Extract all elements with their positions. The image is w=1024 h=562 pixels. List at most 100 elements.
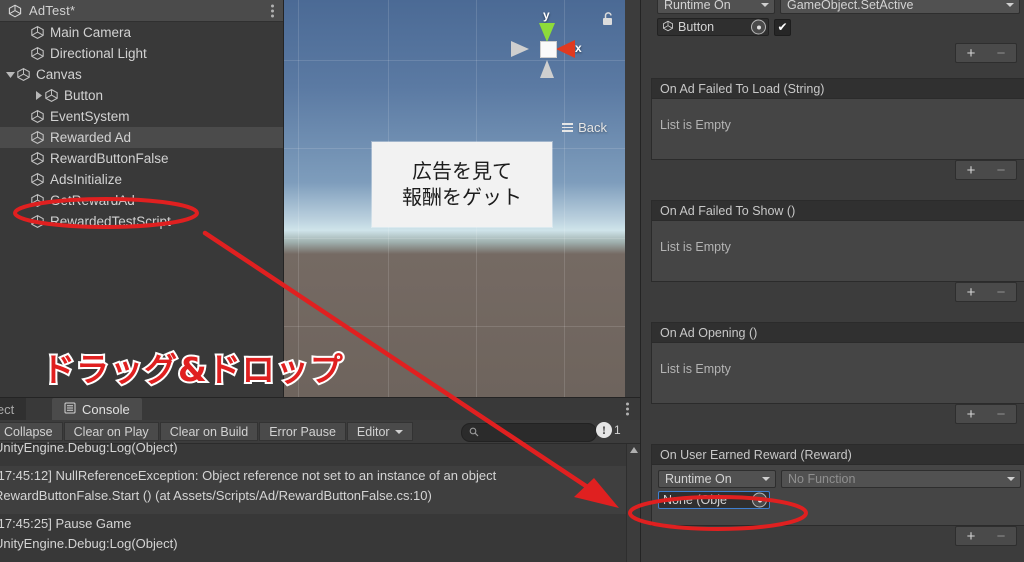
gizmo-center-cube[interactable] [540,41,557,58]
console-message-row[interactable]: [17:45:12] NullReferenceException: Objec… [0,466,640,514]
add-listener-button[interactable]: + [956,405,986,423]
hierarchy-item-label: Canvas [36,66,82,82]
hierarchy-item-eventsystem[interactable]: EventSystem [0,106,283,127]
event-listener-list: List is Empty [651,220,1024,282]
target-object-field[interactable]: Button [657,18,769,36]
remove-listener-button[interactable]: − [986,44,1016,62]
hierarchy-item-label: EventSystem [50,108,130,124]
hierarchy-item-adsinitialize[interactable]: AdsInitialize [0,169,283,190]
gameobject-cube-icon [44,88,59,103]
tab-console[interactable]: Console [52,398,142,420]
gameobject-cube-icon [30,172,45,187]
event-section: On Ad Failed To Load (String) List is Emp… [651,78,1024,182]
target-object-name: Button [678,20,715,34]
gizmo-negative-y-axis-cone[interactable] [540,60,554,78]
runtime-mode-dropdown[interactable]: Runtime On [658,470,776,488]
event-entry-row-dropdowns: Runtime On GameObject.SetActive [651,0,1024,14]
twisty-expanded-icon[interactable] [4,69,16,81]
console-message-row[interactable]: UnityEngine.Debug:Log(Object) [0,438,640,466]
hierarchy-item-canvas[interactable]: Canvas [0,64,283,85]
tab-console-label: Console [82,401,130,417]
hierarchy-item-label: GetRewardAd [50,192,135,208]
runtime-mode-dropdown[interactable]: Runtime On [657,0,775,14]
hierarchy-item-rewardbuttonfalse[interactable]: RewardButtonFalse [0,148,283,169]
chevron-down-icon [1006,3,1014,7]
scroll-up-arrow-icon[interactable] [630,447,638,453]
target-object-field[interactable]: None (Obje [658,491,770,509]
event-section-title: On User Earned Reward (Reward) [651,444,1024,464]
add-remove-buttons: + − [955,526,1017,546]
function-dropdown[interactable]: GameObject.SetActive [780,0,1020,14]
function-value: GameObject.SetActive [787,0,914,12]
scene-view[interactable]: y x Back 広告を見て 報酬をゲット [283,0,625,397]
tab-project-label: ject [0,401,15,417]
scene-ui-button-line2: 報酬をゲット [402,184,522,209]
hierarchy-item-rewarded-ad[interactable]: Rewarded Ad [0,127,283,148]
add-listener-button[interactable]: + [956,44,986,62]
console-error-count: 1 [614,423,621,437]
scene-ui-button[interactable]: 広告を見て 報酬をゲット [372,142,552,227]
remove-listener-button[interactable]: − [986,161,1016,179]
object-picker-icon[interactable] [751,19,766,35]
gameobject-cube-icon [30,193,45,208]
hierarchy-item-label: Button [64,87,104,103]
remove-listener-button[interactable]: − [986,527,1016,545]
gizmo-y-label: y [543,8,550,22]
event-listener-list: Runtime On No Function None (Obje [651,464,1024,526]
console-scrollbar[interactable] [626,444,640,562]
gizmo-negative-x-axis-cone[interactable] [511,41,529,57]
runtime-mode-value: Runtime On [664,0,731,12]
hierarchy-kebab-menu-icon[interactable] [271,4,274,17]
console-icon [64,402,76,417]
remove-listener-button[interactable]: − [986,283,1016,301]
scene-orientation-gizmo[interactable]: y x [509,8,589,90]
hierarchy-item-label: Main Camera [50,24,132,40]
hierarchy-item-directional-light[interactable]: Directional Light [0,43,283,64]
object-picker-icon[interactable] [752,492,767,508]
console-message-list: UnityEngine.Debug:Log(Object) [17:45:12] … [0,440,640,562]
hierarchy-item-button[interactable]: Button [0,85,283,106]
scene-back-button[interactable]: Back [562,120,607,135]
console-message-line: [17:45:12] NullReferenceException: Objec… [0,468,497,483]
hierarchy-item-label: RewardButtonFalse [50,150,169,166]
console-kebab-menu-icon[interactable] [626,402,629,416]
console-error-count-badge[interactable]: ! 1 [596,422,621,438]
hierarchy-item-getrewardad[interactable]: GetRewardAd [0,190,283,211]
twisty-collapsed-icon[interactable] [32,90,44,102]
gizmo-x-label: x [575,41,582,55]
gameobject-cube-icon [30,214,45,229]
scene-view-unlocked-padlock-icon[interactable] [601,11,615,27]
runtime-mode-value: Runtime On [665,472,732,486]
event-list-add-remove-row: + − [651,43,1024,65]
event-section-title: On Ad Failed To Show () [651,200,1024,220]
console-panel: ject Console Collapse Clear on Play Clea… [0,397,640,562]
gizmo-y-axis-cone[interactable] [539,23,555,42]
event-list-empty-text: List is Empty [660,118,731,132]
add-remove-buttons: + − [955,404,1017,424]
function-dropdown[interactable]: No Function [781,470,1021,488]
gizmo-x-axis-cone[interactable] [556,40,575,58]
remove-listener-button[interactable]: − [986,405,1016,423]
hierarchy-item-main-camera[interactable]: Main Camera [0,22,283,43]
add-listener-button[interactable]: + [956,527,986,545]
function-value: No Function [788,472,856,486]
event-list-add-remove-row: + − [651,526,1024,548]
add-listener-button[interactable]: + [956,161,986,179]
tab-project[interactable]: ject [0,398,27,420]
add-listener-button[interactable]: + [956,283,986,301]
console-message-row[interactable]: [17:45:25] Pause Game UnityEngine.Debug:L… [0,514,640,562]
console-message-line: [17:45:25] Pause Game [0,516,132,531]
console-message-line: UnityEngine.Debug:Log(Object) [0,440,178,455]
hierarchy-item-label: Rewarded Ad [50,129,132,145]
console-message-line: UnityEngine.Debug:Log(Object) [0,536,178,551]
hierarchy-item-label: AdsInitialize [50,171,123,187]
unity-logo-icon [8,4,22,18]
gameobject-cube-icon [30,151,45,166]
gameobject-cube-icon [30,109,45,124]
console-message-line: RewardButtonFalse.Start () (at Assets/Sc… [0,488,432,503]
inspector-top-partial-entry: Runtime On GameObject.SetActive Button ✔ [651,0,1024,36]
scene-ui-button-line1: 広告を見て [412,158,512,183]
hierarchy-header: AdTest* [0,0,283,22]
hierarchy-item-rewardedtestscript[interactable]: RewardedTestScript [0,211,283,232]
bool-argument-checkbox[interactable]: ✔ [774,18,791,36]
